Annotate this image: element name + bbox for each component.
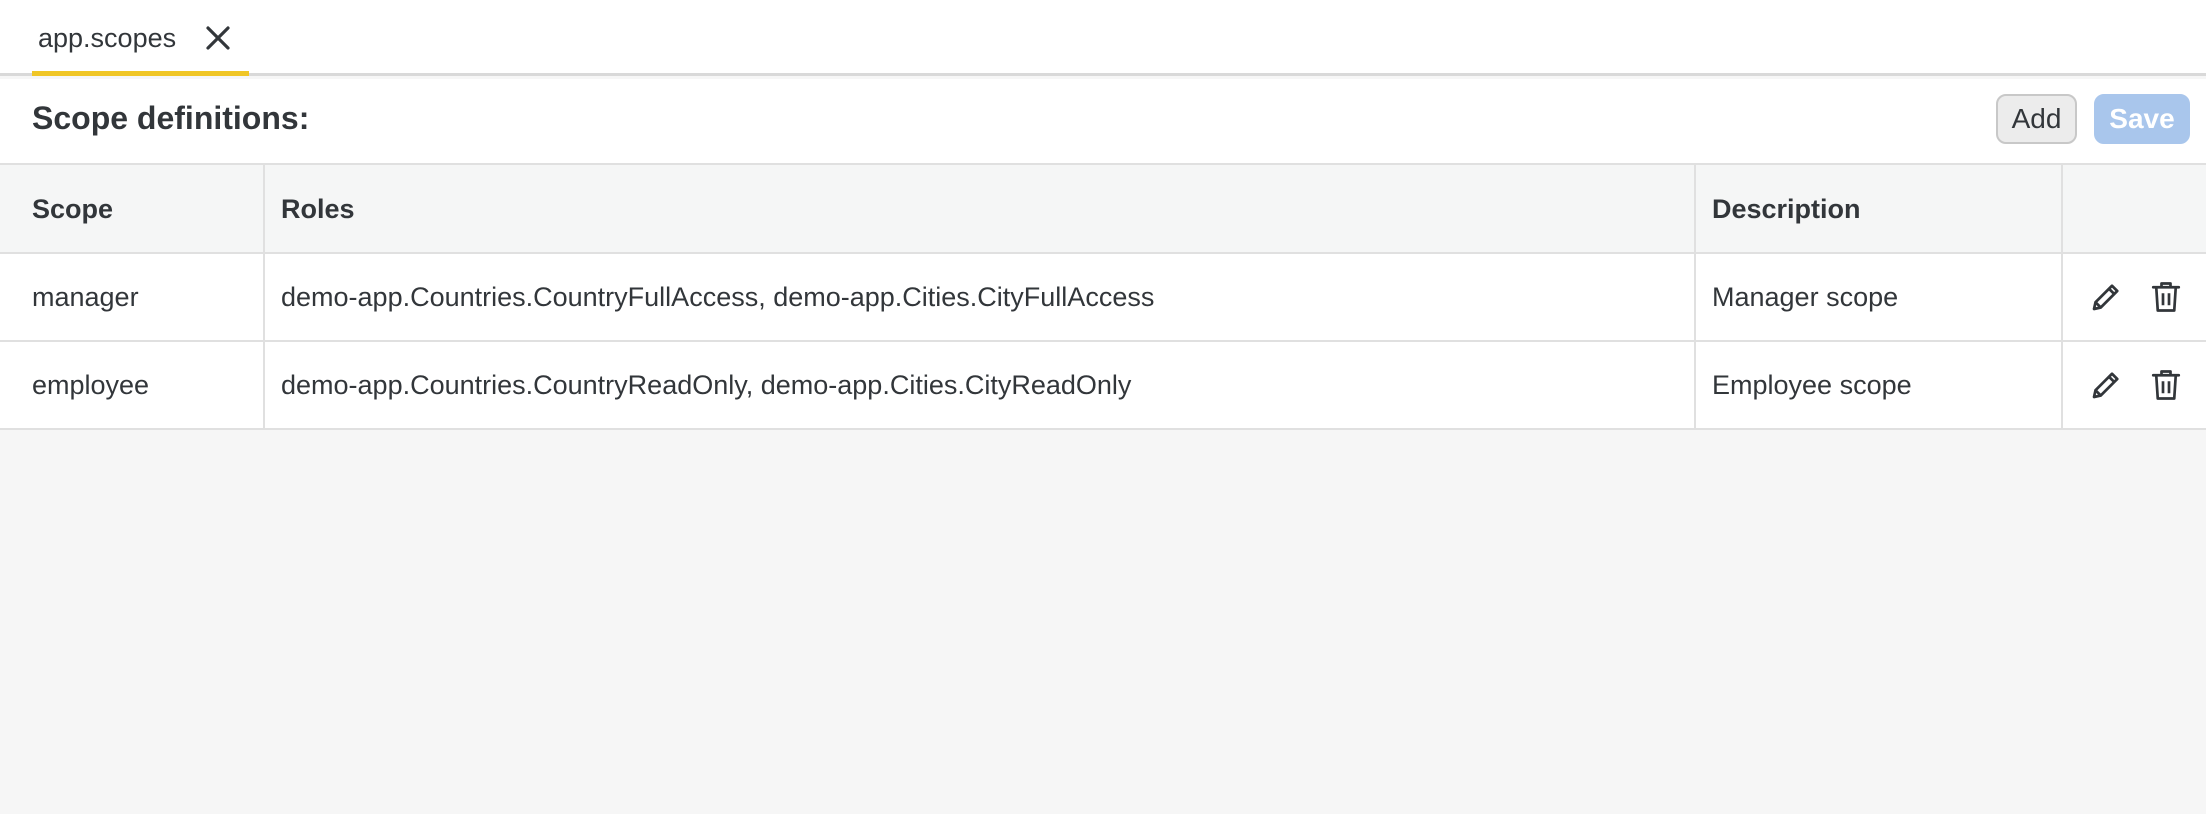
roles-cell: demo-app.Countries.CountryReadOnly, demo… <box>263 342 1694 428</box>
column-header-description: Description <box>1694 165 2061 252</box>
table-row: manager demo-app.Countries.CountryFullAc… <box>0 254 2206 342</box>
tab-app-scopes[interactable]: app.scopes <box>32 0 249 76</box>
actions-cell <box>2061 342 2206 428</box>
scope-table: Scope Roles Description manager demo-app… <box>0 163 2206 430</box>
column-header-scope: Scope <box>32 193 114 224</box>
tab-bar: app.scopes <box>0 0 2206 76</box>
table-row: employee demo-app.Countries.CountryReadO… <box>0 342 2206 430</box>
toolbar: Scope definitions: Add Save <box>0 79 2206 163</box>
edit-icon[interactable] <box>2087 278 2125 316</box>
column-header-roles: Roles <box>263 165 1694 252</box>
page-title: Scope definitions: <box>32 100 310 136</box>
column-header-actions <box>2061 165 2206 252</box>
table-header-row: Scope Roles Description <box>0 165 2206 254</box>
save-button[interactable]: Save <box>2094 94 2190 144</box>
actions-cell <box>2061 254 2206 340</box>
scope-cell: employee <box>32 370 150 400</box>
close-icon[interactable] <box>202 22 234 54</box>
delete-icon[interactable] <box>2147 278 2185 316</box>
add-button[interactable]: Add <box>1996 94 2077 144</box>
description-cell: Manager scope <box>1694 254 2061 340</box>
description-cell: Employee scope <box>1694 342 2061 428</box>
scope-cell: manager <box>32 282 139 312</box>
tab-label: app.scopes <box>38 23 177 53</box>
roles-cell: demo-app.Countries.CountryFullAccess, de… <box>263 254 1694 340</box>
edit-icon[interactable] <box>2087 366 2125 404</box>
delete-icon[interactable] <box>2147 366 2185 404</box>
